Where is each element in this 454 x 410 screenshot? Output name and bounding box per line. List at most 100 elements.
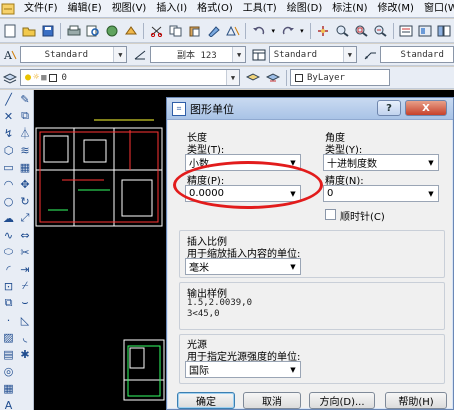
redo-icon[interactable] <box>279 22 296 40</box>
point-icon[interactable]: · <box>0 312 17 328</box>
table-style-icon[interactable] <box>250 46 268 64</box>
plot-3d-icon[interactable] <box>122 22 139 40</box>
rectangle-icon[interactable]: ▭ <box>0 159 17 175</box>
zoom-realtime-icon[interactable] <box>334 22 351 40</box>
close-button[interactable]: X <box>405 100 447 116</box>
layer-previous-icon[interactable] <box>264 69 282 87</box>
menu-modify[interactable]: 修改(M) <box>373 0 419 18</box>
explode-icon[interactable]: ✱ <box>17 346 33 362</box>
stretch-icon[interactable]: ⇔ <box>17 227 33 243</box>
hatch-icon[interactable]: ▨ <box>0 329 17 345</box>
mleader-style-icon[interactable] <box>361 46 379 64</box>
direction-button[interactable]: 方向(D)... <box>309 392 375 409</box>
redo-dropdown-icon[interactable]: ▾ <box>298 22 306 40</box>
rotate-icon[interactable]: ↻ <box>17 193 33 209</box>
make-block-icon[interactable]: ⧉ <box>0 295 17 311</box>
spline-icon[interactable]: ∿ <box>0 227 17 243</box>
insert-block-icon[interactable]: ⊡ <box>0 278 17 294</box>
lightbulb-icon: ● <box>25 72 32 83</box>
scale-icon[interactable]: ⤢ <box>17 210 33 226</box>
dialog-titlebar[interactable]: ⌗ 图形单位 ? X <box>167 98 453 120</box>
save-icon[interactable] <box>39 22 56 40</box>
line-icon[interactable]: ╱ <box>0 91 17 107</box>
text-style-select[interactable]: Standard ▼ <box>19 46 128 63</box>
mtext-icon[interactable]: A <box>0 397 17 410</box>
dim-style-icon[interactable] <box>131 46 149 64</box>
mleader-style-select[interactable]: Standard <box>379 46 454 63</box>
construction-line-icon[interactable]: ✕ <box>0 108 17 124</box>
join-icon[interactable]: ⌣ <box>17 295 33 311</box>
menu-view[interactable]: 视图(V) <box>107 0 152 18</box>
revision-cloud-icon[interactable]: ☁ <box>0 210 17 226</box>
mirror-icon[interactable]: ⏃ <box>17 125 33 141</box>
color-select[interactable]: ByLayer <box>290 69 390 86</box>
menu-dimension[interactable]: 标注(N) <box>327 0 372 18</box>
array-icon[interactable]: ▦ <box>17 159 33 175</box>
table-style-value: Standard <box>273 49 318 60</box>
menu-format[interactable]: 格式(O) <box>192 0 238 18</box>
zoom-window-icon[interactable] <box>353 22 370 40</box>
chamfer-icon[interactable]: ◺ <box>17 312 33 328</box>
break-icon[interactable]: ⌿ <box>17 278 33 294</box>
erase-icon[interactable]: ✎ <box>17 91 33 107</box>
print-icon[interactable] <box>65 22 82 40</box>
menu-draw[interactable]: 绘图(D) <box>282 0 328 18</box>
tool-palettes-icon[interactable] <box>436 22 453 40</box>
ok-button[interactable]: 确定 <box>177 392 235 409</box>
dim-style-select[interactable]: 副本 123 ▼ <box>150 46 247 63</box>
publish-icon[interactable] <box>103 22 120 40</box>
chevron-down-icon: ▼ <box>428 158 434 167</box>
gradient-icon[interactable]: ▤ <box>0 346 17 362</box>
menu-file[interactable]: 文件(F) <box>19 0 63 18</box>
paste-icon[interactable] <box>186 22 203 40</box>
menu-window[interactable]: 窗口(W <box>419 0 454 18</box>
angle-precision-select[interactable]: 0 ▼ <box>323 185 439 202</box>
make-object-layer-current-icon[interactable] <box>244 69 262 87</box>
polygon-icon[interactable]: ⬡ <box>0 142 17 158</box>
help-button[interactable]: 帮助(H) <box>385 392 447 409</box>
copy-icon[interactable] <box>167 22 184 40</box>
menu-insert[interactable]: 插入(I) <box>151 0 192 18</box>
help-question-button[interactable]: ? <box>377 100 401 116</box>
copy-object-icon[interactable]: ⧉ <box>17 108 33 124</box>
block-editor-icon[interactable] <box>224 22 241 40</box>
zoom-previous-icon[interactable] <box>372 22 389 40</box>
undo-dropdown-icon[interactable]: ▾ <box>269 22 277 40</box>
move-icon[interactable]: ✥ <box>17 176 33 192</box>
circle-icon[interactable]: ○ <box>0 193 17 209</box>
arc-icon[interactable]: ◠ <box>0 176 17 192</box>
fillet-icon[interactable]: ◟ <box>17 329 33 345</box>
cancel-button[interactable]: 取消 <box>243 392 301 409</box>
insert-scale-select[interactable]: 毫米 ▼ <box>185 258 301 275</box>
layer-select[interactable]: ● ☼ ■ 0 ▼ <box>20 69 240 86</box>
table-style-select[interactable]: Standard ▼ <box>268 46 357 63</box>
region-icon[interactable]: ◎ <box>0 363 17 379</box>
angle-type-select[interactable]: 十进制度数 ▼ <box>323 154 439 171</box>
pan-icon[interactable] <box>315 22 332 40</box>
clockwise-checkbox[interactable] <box>325 209 336 220</box>
new-file-icon[interactable] <box>1 22 18 40</box>
open-folder-icon[interactable] <box>20 22 37 40</box>
menu-tools[interactable]: 工具(T) <box>238 0 282 18</box>
cut-icon[interactable] <box>148 22 165 40</box>
layer-manager-icon[interactable] <box>1 69 19 87</box>
offset-icon[interactable]: ≋ <box>17 142 33 158</box>
match-properties-icon[interactable] <box>205 22 222 40</box>
design-center-icon[interactable] <box>417 22 434 40</box>
print-preview-icon[interactable] <box>84 22 101 40</box>
sun-icon: ☼ <box>33 72 40 83</box>
toolbar-separator <box>60 22 62 39</box>
polyline-icon[interactable]: ↯ <box>0 125 17 141</box>
app-icon[interactable] <box>1 2 15 16</box>
trim-icon[interactable]: ✂ <box>17 244 33 260</box>
extend-icon[interactable]: ⇥ <box>17 261 33 277</box>
lock-icon: ■ <box>41 72 47 83</box>
undo-icon[interactable] <box>250 22 267 40</box>
menu-edit[interactable]: 编辑(E) <box>63 0 107 18</box>
ellipse-arc-icon[interactable]: ◜ <box>0 261 17 277</box>
text-style-icon[interactable]: A <box>1 46 19 64</box>
properties-icon[interactable] <box>398 22 415 40</box>
ellipse-icon[interactable]: ⬭ <box>0 244 17 260</box>
light-source-select[interactable]: 国际 ▼ <box>185 361 301 378</box>
table-icon[interactable]: ▦ <box>0 380 17 396</box>
